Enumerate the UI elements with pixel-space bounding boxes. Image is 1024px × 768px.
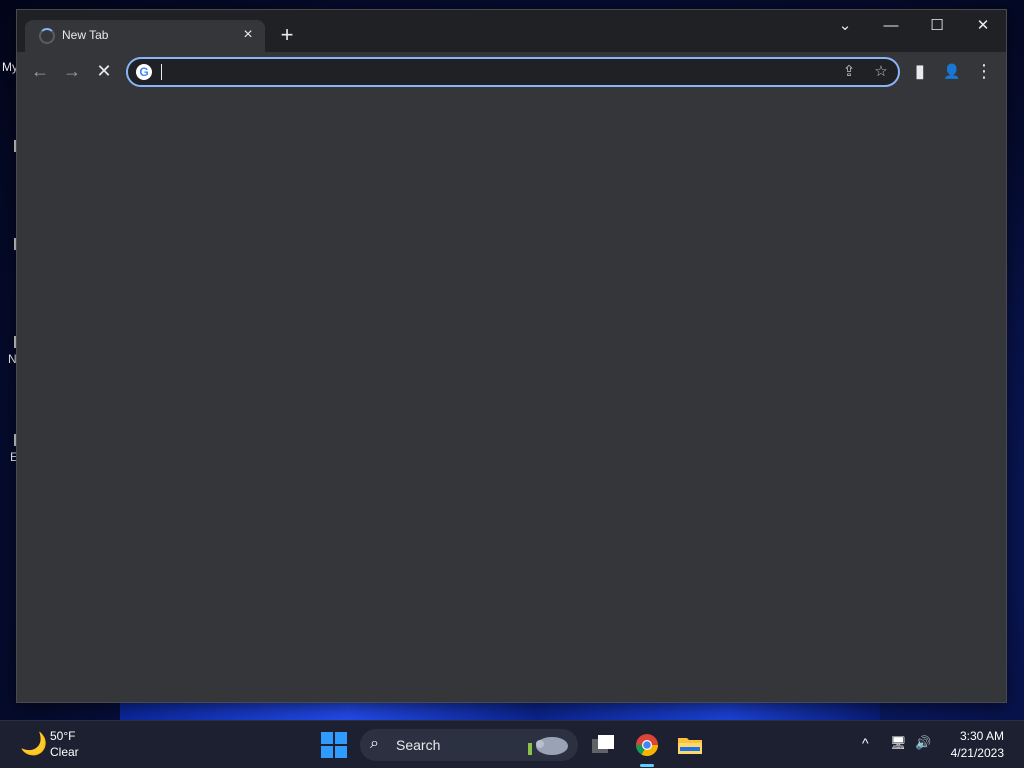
weather-temperature[interactable]: 50°F (50, 729, 75, 743)
chevron-up-icon[interactable]: ^ (862, 735, 869, 751)
close-window-button[interactable]: ✕ (967, 14, 999, 38)
search-label: Search (396, 737, 441, 753)
tab-title: New Tab (62, 28, 109, 42)
windows-logo-icon (321, 732, 333, 744)
task-view-icon[interactable] (588, 729, 620, 761)
browser-window: New Tab × + ⌄ — ☐ ✕ ← → ✕ G ⇪ ☆ ▮ 👤 ⋮ (17, 10, 1006, 702)
address-bar[interactable]: G ⇪ ☆ (126, 57, 900, 87)
page-content (17, 90, 1006, 702)
file-explorer-icon[interactable] (674, 729, 706, 761)
chrome-icon[interactable] (631, 729, 663, 767)
loading-spinner-icon (39, 28, 55, 44)
bookmark-star-icon[interactable]: ☆ (870, 61, 892, 83)
google-logo-icon: G (136, 64, 152, 80)
clock-time[interactable]: 3:30 AM (960, 729, 1004, 743)
menu-icon[interactable]: ⋮ (972, 59, 996, 83)
taskbar: 🌙 50°F Clear ⌕ Search ^ 🖥 🔊 3:30 AM 4/21… (0, 720, 1024, 768)
weather-description[interactable]: Clear (50, 745, 79, 759)
tab-close-icon[interactable]: × (239, 26, 257, 44)
address-input[interactable] (160, 61, 824, 85)
search-icon: ⌕ (370, 735, 379, 752)
desktop-icon-label: My (2, 60, 18, 74)
share-icon[interactable]: ⇪ (838, 61, 860, 83)
start-button[interactable] (321, 732, 347, 758)
side-panel-icon[interactable]: ▮ (908, 59, 932, 83)
tab-new-tab[interactable]: New Tab × (25, 20, 265, 52)
new-tab-button[interactable]: + (275, 24, 299, 48)
stop-loading-icon[interactable]: ✕ (92, 59, 116, 83)
volume-icon[interactable]: 🔊 (915, 735, 931, 751)
minimize-button[interactable]: — (875, 14, 907, 38)
moon-icon[interactable]: 🌙 (20, 731, 47, 757)
browser-toolbar: ← → ✕ G ⇪ ☆ ▮ 👤 ⋮ (17, 52, 1006, 91)
maximize-button[interactable]: ☐ (921, 14, 953, 38)
profile-icon[interactable]: 👤 (940, 59, 964, 83)
desktop-icon-label: N (8, 352, 17, 366)
forward-icon[interactable]: → (60, 59, 84, 83)
tab-search-icon[interactable]: ⌄ (829, 14, 861, 38)
search-highlight-icon (528, 737, 568, 755)
back-icon[interactable]: ← (28, 59, 52, 83)
clock-date[interactable]: 4/21/2023 (951, 746, 1004, 760)
taskbar-search[interactable]: ⌕ Search (360, 729, 578, 761)
title-bar: New Tab × + ⌄ — ☐ ✕ (17, 10, 1006, 52)
network-icon[interactable]: 🖥 (890, 735, 907, 751)
